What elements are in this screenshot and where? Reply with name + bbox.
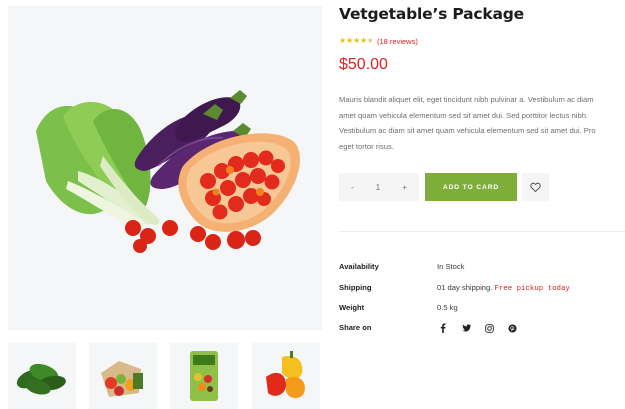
pinterest-icon[interactable] bbox=[506, 322, 518, 334]
spinach-thumbnail bbox=[16, 363, 66, 395]
section-divider bbox=[339, 231, 625, 232]
star-icon: ★ bbox=[339, 36, 347, 45]
quantity-value[interactable]: 1 bbox=[376, 183, 380, 192]
thumbnail-fruit-pack[interactable] bbox=[170, 343, 238, 409]
add-to-cart-button[interactable]: ADD TO CARD bbox=[425, 173, 517, 201]
social-share-icons bbox=[437, 322, 529, 334]
thumbnail-strip bbox=[8, 343, 322, 409]
description-line: Mauris blandit aliquet elit, eget tincid… bbox=[339, 95, 594, 104]
product-details: Vetgetable’s Package ★ ★ ★ ★ ★ (18 revie… bbox=[339, 0, 625, 409]
star-half-icon: ★ bbox=[367, 36, 375, 45]
product-price: $50.00 bbox=[339, 56, 388, 73]
vegetable-package-image bbox=[36, 90, 300, 253]
facebook-icon[interactable] bbox=[437, 322, 449, 334]
thumbnail-grocery-bag[interactable] bbox=[89, 343, 157, 409]
grocery-bag-thumbnail bbox=[101, 361, 143, 397]
product-description: Mauris blandit aliquet elit, eget tincid… bbox=[339, 92, 625, 155]
fruit-veggie-pack-thumbnail bbox=[190, 351, 218, 401]
star-icon: ★ bbox=[360, 36, 368, 45]
shipping-value: 01 day shipping. Free pickup today bbox=[437, 283, 570, 293]
star-rating: ★ ★ ★ ★ ★ bbox=[339, 36, 374, 46]
heart-icon bbox=[530, 182, 541, 192]
weight-value: 0.5 kg bbox=[437, 303, 458, 312]
weight-label: Weight bbox=[339, 303, 365, 312]
twitter-icon[interactable] bbox=[460, 322, 472, 334]
product-main-image bbox=[8, 6, 322, 330]
availability-label: Availability bbox=[339, 262, 379, 271]
description-line: Vestibulum ac diam sit amet quam vehicul… bbox=[339, 126, 596, 136]
quantity-stepper: - 1 + bbox=[339, 173, 419, 201]
shipping-note: Free pickup today bbox=[494, 285, 570, 293]
description-line: eget tortor risus. bbox=[339, 142, 394, 152]
star-icon: ★ bbox=[353, 36, 361, 45]
share-label: Share on bbox=[339, 323, 372, 332]
instagram-icon[interactable] bbox=[483, 322, 495, 334]
description-line: amet quam vehicula elementum sed sit ame… bbox=[339, 110, 589, 120]
shipping-label: Shipping bbox=[339, 283, 372, 292]
product-title: Vetgetable’s Package bbox=[339, 5, 524, 23]
availability-value: In Stock bbox=[437, 262, 465, 271]
wishlist-button[interactable] bbox=[522, 173, 549, 201]
quantity-decrease-button[interactable]: - bbox=[351, 183, 354, 192]
thumbnail-spinach[interactable] bbox=[8, 343, 76, 409]
shipping-text: 01 day shipping. bbox=[437, 283, 493, 292]
product-rating: ★ ★ ★ ★ ★ (18 reviews) bbox=[339, 35, 418, 47]
bell-peppers-thumbnail bbox=[266, 351, 305, 399]
quantity-increase-button[interactable]: + bbox=[402, 183, 407, 192]
star-icon: ★ bbox=[346, 36, 354, 45]
thumbnail-bell-peppers[interactable] bbox=[252, 343, 320, 409]
reviews-count[interactable]: (18 reviews) bbox=[377, 37, 418, 46]
